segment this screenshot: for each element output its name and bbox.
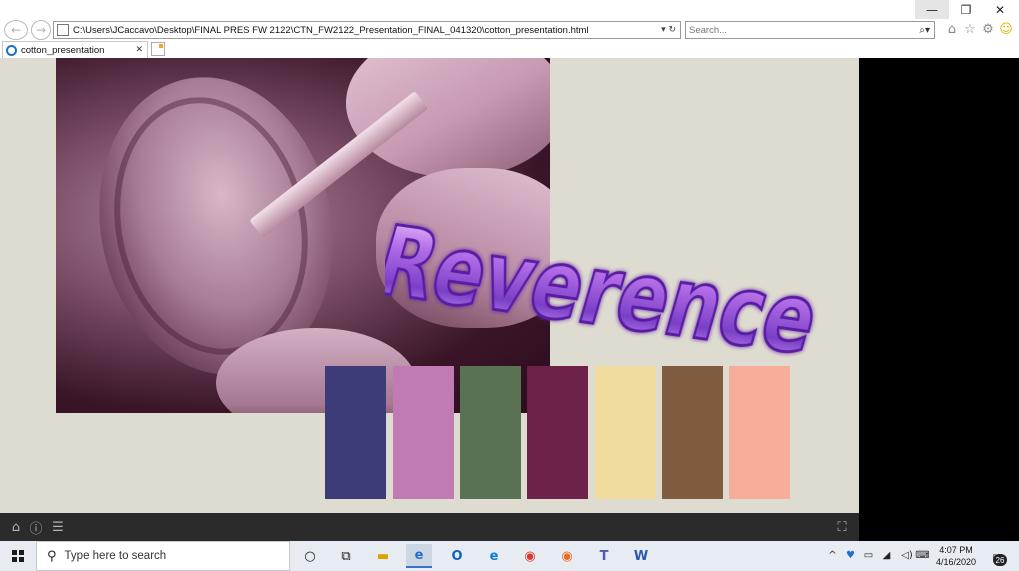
search-icon: ⚲ xyxy=(47,548,57,564)
minimize-button[interactable]: — xyxy=(915,0,949,19)
back-button[interactable]: ← xyxy=(4,20,28,40)
chrome-icon[interactable]: ◉ xyxy=(517,544,543,568)
palette-swatch xyxy=(325,366,386,499)
finger-top xyxy=(346,58,550,178)
clock-time: 4:07 PM xyxy=(939,545,973,555)
palette-swatch xyxy=(595,366,656,499)
wifi-icon[interactable]: ◢ xyxy=(880,549,893,562)
settings-gear-icon[interactable]: ⚙ xyxy=(980,21,996,37)
favorites-star-icon[interactable]: ☆ xyxy=(962,21,978,37)
cortana-icon[interactable]: ○ xyxy=(297,544,323,568)
page-viewport: Reverence ⌂ ⓘ ☰ ⛶ xyxy=(0,58,1019,541)
system-clock[interactable]: 4:07 PM 4/16/2020 xyxy=(930,544,982,568)
window-titlebar: — ❐ ✕ xyxy=(0,0,1019,19)
tab-label: cotton_presentation xyxy=(21,44,105,56)
notification-badge: 26 xyxy=(993,554,1007,566)
clock-date: 4/16/2020 xyxy=(935,557,977,567)
tab-strip: cotton_presentation ✕ xyxy=(0,41,1019,58)
palette-swatch xyxy=(662,366,723,499)
smiley-feedback-icon[interactable]: ☺ xyxy=(998,21,1014,37)
home-icon[interactable]: ⌂ xyxy=(8,519,24,535)
task-view-icon[interactable]: ⧉ xyxy=(333,544,359,568)
teams-icon[interactable]: T xyxy=(591,544,617,568)
volume-icon[interactable]: ◁) xyxy=(898,549,916,562)
arrow-left-icon: ← xyxy=(10,23,22,37)
palette-swatch xyxy=(729,366,790,499)
restore-button[interactable]: ❐ xyxy=(949,0,983,19)
windows-logo-icon xyxy=(12,550,24,562)
close-window-button[interactable]: ✕ xyxy=(983,0,1017,19)
color-palette xyxy=(325,366,790,499)
internet-explorer-icon[interactable]: e xyxy=(406,544,432,568)
battery-icon[interactable]: ▭ xyxy=(862,549,875,562)
address-text[interactable]: C:\Users\JCaccavo\Desktop\FINAL PRES FW … xyxy=(73,25,661,36)
taskbar-search[interactable]: ⚲ Type here to search xyxy=(36,541,290,571)
tab-close-icon[interactable]: ✕ xyxy=(135,45,147,55)
start-button[interactable] xyxy=(0,541,36,571)
reverence-word: Reverence xyxy=(385,205,831,375)
tab-cotton-presentation[interactable]: cotton_presentation ✕ xyxy=(2,41,148,58)
reverence-title: Reverence xyxy=(385,203,832,376)
address-bar[interactable]: C:\Users\JCaccavo\Desktop\FINAL PRES FW … xyxy=(53,21,681,39)
palette-swatch xyxy=(393,366,454,499)
tray-app-icon[interactable]: ♥ xyxy=(844,549,857,562)
palette-swatch xyxy=(527,366,588,499)
outlook-icon[interactable]: O xyxy=(444,544,470,568)
arrow-right-icon: → xyxy=(35,23,47,37)
palette-swatch xyxy=(460,366,521,499)
home-icon[interactable]: ⌂ xyxy=(944,21,960,37)
file-explorer-icon[interactable]: ▬ xyxy=(370,544,396,568)
menu-icon[interactable]: ☰ xyxy=(50,519,66,535)
tray-overflow-icon[interactable]: ^ xyxy=(826,549,839,562)
ie-logo-icon xyxy=(6,44,17,56)
edge-icon[interactable]: e xyxy=(481,544,507,568)
windows-taskbar: ⚲ Type here to search ○ ⧉ ▬ e O e ◉ ◉ T … xyxy=(0,541,1019,571)
new-tab-button[interactable] xyxy=(151,42,165,56)
word-icon[interactable]: W xyxy=(628,544,654,568)
search-icon[interactable]: ⌕▾ xyxy=(919,25,934,36)
address-dropdown-refresh[interactable]: ▾ ↻ xyxy=(661,25,680,35)
fullscreen-icon[interactable]: ⛶ xyxy=(834,519,850,535)
page-file-icon xyxy=(57,24,69,36)
taskbar-search-placeholder: Type here to search xyxy=(64,550,167,562)
search-box[interactable]: ⌕▾ xyxy=(685,21,935,39)
search-input[interactable] xyxy=(686,24,920,36)
firefox-icon[interactable]: ◉ xyxy=(554,544,580,568)
browser-navbar: ← → C:\Users\JCaccavo\Desktop\FINAL PRES… xyxy=(0,19,1019,41)
presentation-slide: Reverence xyxy=(0,58,859,513)
info-icon[interactable]: ⓘ xyxy=(28,519,44,537)
viewer-toolbar: ⌂ ⓘ ☰ ⛶ xyxy=(0,513,859,541)
forward-button[interactable]: → xyxy=(31,20,51,40)
keyboard-icon[interactable]: ⌨ xyxy=(915,549,929,562)
